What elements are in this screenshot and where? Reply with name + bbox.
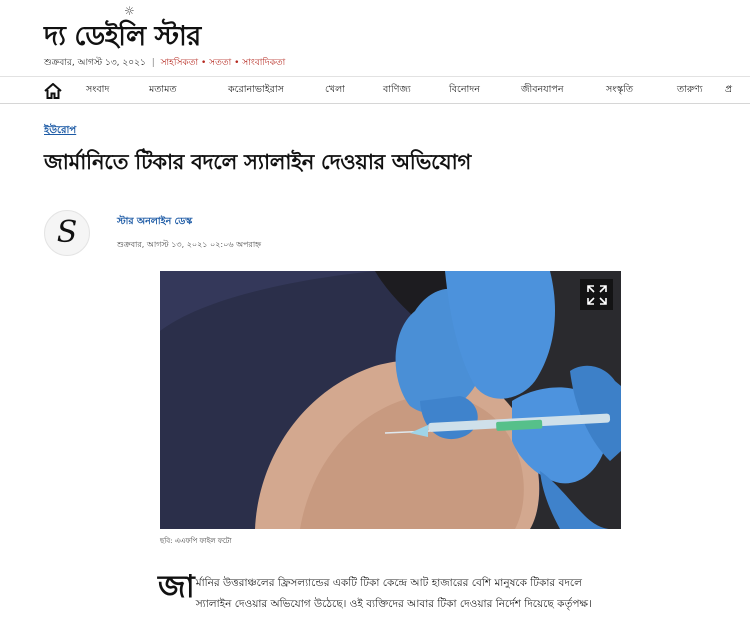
article-headline: জার্মানিতে টিকার বদলে স্যালাইন দেওয়ার অ… xyxy=(44,150,471,174)
article-photo xyxy=(160,271,621,529)
main-nav: সংবাদ মতামত করোনাভাইরাস খেলা বাণিজ্য বিন… xyxy=(0,76,750,104)
publish-date: শুক্রবার, আগস্ট ১৩, ২০২১ ০২:০৬ অপরাহ্ন xyxy=(117,240,262,249)
motto-bullet: • xyxy=(234,58,240,68)
expand-icon xyxy=(586,284,607,305)
logo-text: দ্য ডেইলি স্টার xyxy=(44,21,201,52)
current-date: শুক্রবার, আগস্ট ১৩, ২০২১ xyxy=(44,58,146,68)
motto-word: সততা xyxy=(209,58,232,68)
nav-item-opinion[interactable]: মতামত xyxy=(149,83,228,98)
nav-item-business[interactable]: বাণিজ্য xyxy=(383,83,449,98)
motto-word: সাহসিকতা xyxy=(160,58,199,68)
nav-item-lifestyle[interactable]: জীবনযাপন xyxy=(521,83,606,98)
nav-item-youth[interactable]: তারুণ্য xyxy=(677,83,725,98)
section-kicker[interactable]: ইউরোপ xyxy=(44,123,76,140)
star-logo-icon: S xyxy=(56,215,78,250)
home-icon[interactable] xyxy=(44,82,62,99)
dateline-separator: | xyxy=(151,58,155,68)
dateline: শুক্রবার, আগস্ট ১৩, ২০২১ | সাহসিকতা • সত… xyxy=(44,55,285,70)
site-logo[interactable]: ☼ দ্য ডেইলি স্টার xyxy=(44,4,201,52)
nav-item-news[interactable]: সংবাদ xyxy=(86,83,149,98)
nav-item-coronavirus[interactable]: করোনাভাইরাস xyxy=(228,83,325,98)
nav-item-entertainment[interactable]: বিনোদন xyxy=(449,83,521,98)
article-body: জা র্মানির উত্তরাঞ্চলের ফ্রিসল্যান্ডের এক… xyxy=(158,569,608,615)
expand-image-button[interactable] xyxy=(580,279,613,310)
nav-items: সংবাদ মতামত করোনাভাইরাস খেলা বাণিজ্য বিন… xyxy=(86,77,732,103)
author-name[interactable]: স্টার অনলাইন ডেস্ক xyxy=(117,215,192,230)
nav-item-more[interactable]: প্র xyxy=(725,83,732,98)
motto-bullet: • xyxy=(200,58,207,68)
author-avatar: S xyxy=(44,210,90,256)
logo-sun-icon: ☼ xyxy=(124,4,135,18)
image-caption: ছবি: এএফপি ফাইল ফটো xyxy=(160,537,232,545)
nav-item-sports[interactable]: খেলা xyxy=(325,83,383,98)
motto-word: সাংবাদিকতা xyxy=(242,58,286,68)
article-lead-paragraph: র্মানির উত্তরাঞ্চলের ফ্রিসল্যান্ডের একটি… xyxy=(195,577,592,610)
nav-item-culture[interactable]: সংস্কৃতি xyxy=(606,83,677,98)
drop-cap: জা xyxy=(158,569,195,605)
